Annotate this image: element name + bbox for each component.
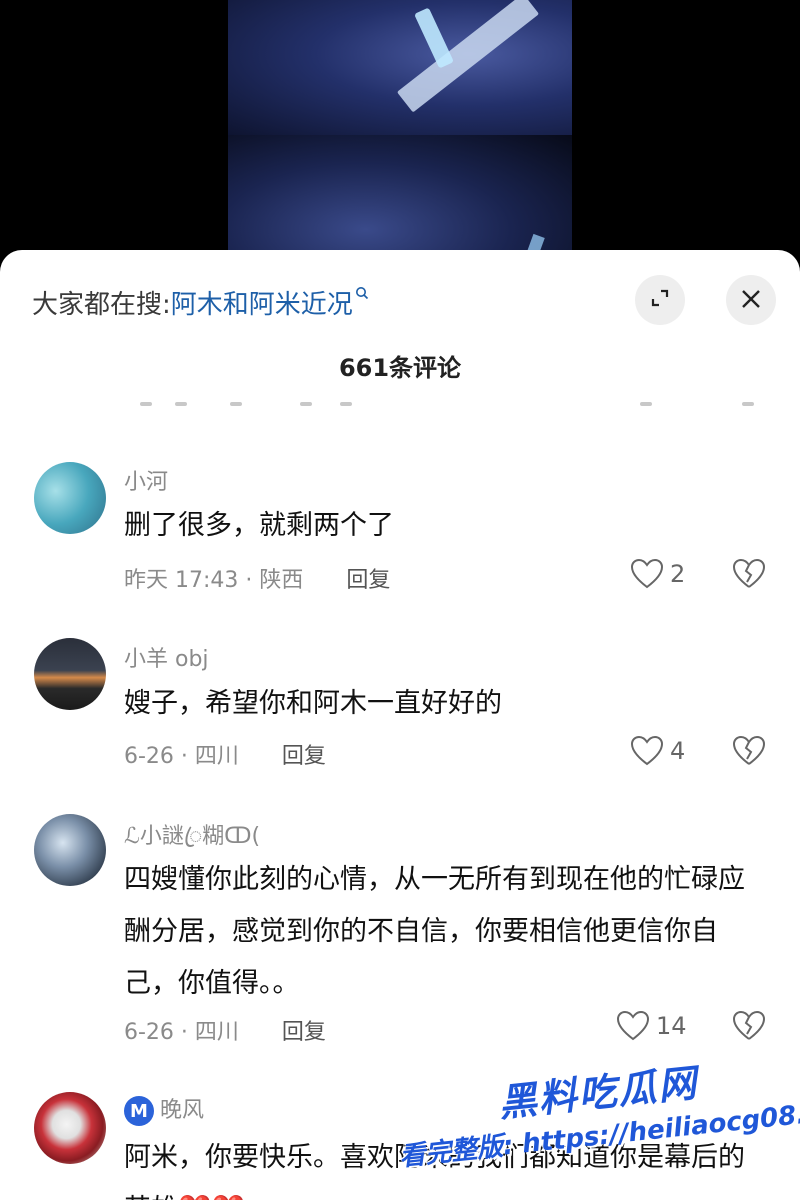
trending-search-label: 大家都在搜: — [32, 289, 171, 320]
avatar[interactable] — [34, 462, 106, 534]
comment-text: 四嫂懂你此刻的心情，从一无所有到现在他的忙碌应酬分居，感觉到你的不自信，你要相信… — [124, 864, 745, 999]
close-button[interactable] — [726, 275, 776, 325]
broken-heart-icon — [732, 558, 766, 588]
comment-time-location: 6-26 · 四川 — [124, 1020, 239, 1045]
clipped-previous-comment — [0, 400, 800, 416]
heart-icon — [630, 558, 664, 589]
close-icon — [740, 284, 762, 317]
like-count: 14 — [656, 1012, 687, 1040]
reply-button[interactable]: 回复 — [282, 744, 326, 769]
dislike-button[interactable] — [732, 558, 766, 594]
video-frame — [228, 0, 572, 270]
dislike-button[interactable] — [732, 735, 766, 771]
search-icon — [355, 284, 369, 305]
comment-meta: 6-26 · 四川 回复 — [124, 738, 326, 770]
broken-heart-icon — [732, 735, 766, 765]
comment-meta: 昨天 17:43 · 陕西 回复 — [124, 562, 390, 594]
comment-count: 661条评论 — [338, 354, 462, 382]
expand-icon — [649, 287, 671, 313]
heart-icon — [616, 1010, 650, 1041]
video-player[interactable] — [0, 0, 800, 270]
avatar[interactable] — [34, 1092, 106, 1164]
reply-button[interactable]: 回复 — [346, 568, 390, 593]
comment-username-row[interactable]: M 晚风 — [124, 1092, 204, 1126]
comment-meta: 6-26 · 四川 回复 — [124, 1014, 326, 1046]
comment-text: 嫂子，希望你和阿木一直好好的 — [124, 688, 502, 719]
trending-search[interactable]: 大家都在搜: 阿木和阿米近况 — [32, 282, 369, 322]
member-badge: M — [124, 1096, 154, 1126]
like-count: 4 — [670, 737, 686, 765]
like-button[interactable]: 14 — [616, 1010, 687, 1042]
comment-text: 删了很多，就剩两个了 — [124, 510, 394, 541]
heart-icon — [630, 735, 664, 766]
trending-search-term[interactable]: 阿木和阿米近况 — [171, 284, 353, 321]
reply-button[interactable]: 回复 — [282, 1020, 326, 1045]
expand-button[interactable] — [635, 275, 685, 325]
comment-time-location: 昨天 17:43 · 陕西 — [124, 568, 304, 593]
comment-username[interactable]: 小河 — [124, 464, 168, 496]
avatar[interactable] — [34, 638, 106, 710]
like-count: 2 — [670, 560, 686, 588]
comment-username[interactable]: 小羊 obj — [124, 641, 209, 673]
avatar[interactable] — [34, 814, 106, 886]
comment-username: 晚风 — [160, 1098, 205, 1123]
broken-heart-icon — [732, 1010, 766, 1040]
like-button[interactable]: 4 — [630, 735, 685, 767]
comment-time-location: 6-26 · 四川 — [124, 744, 239, 769]
like-button[interactable]: 2 — [630, 558, 685, 590]
dislike-button[interactable] — [732, 1010, 766, 1046]
